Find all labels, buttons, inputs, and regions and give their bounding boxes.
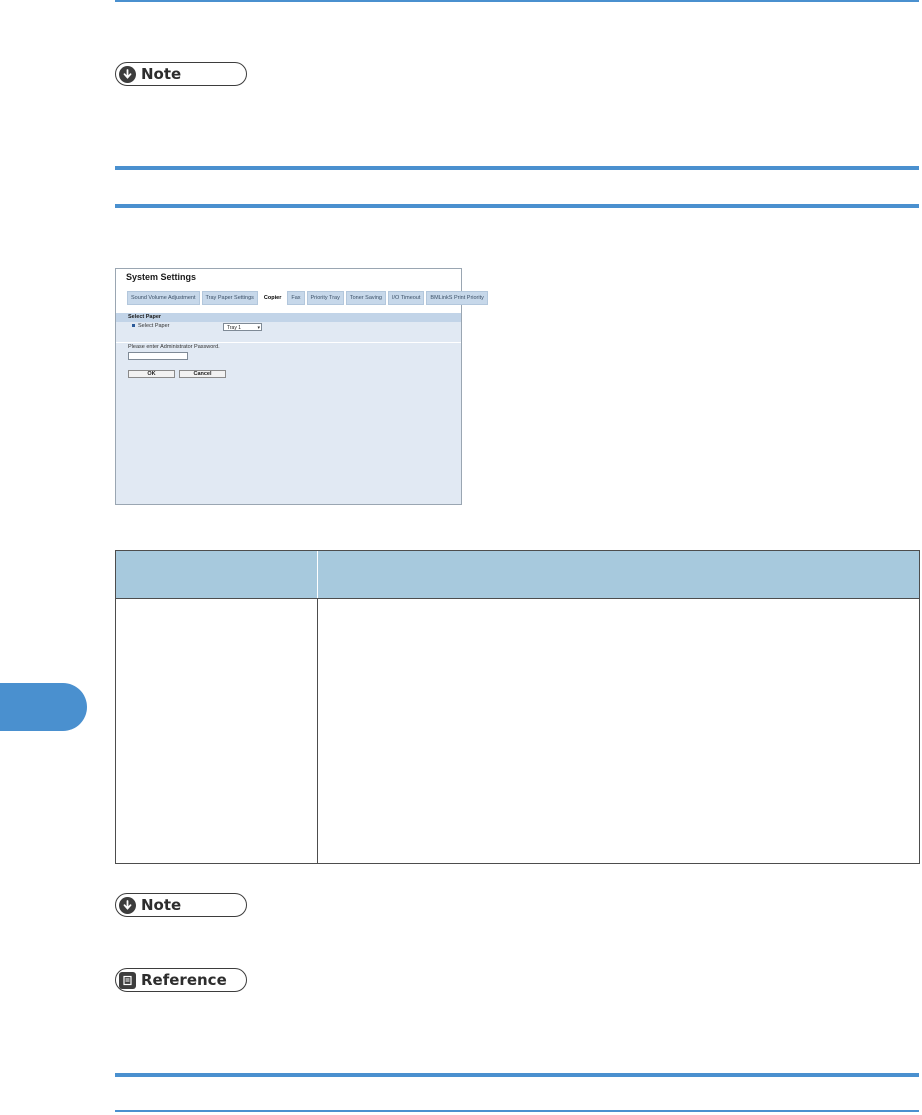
- section-rule: [115, 204, 919, 208]
- screenshot-section-bar: Select Paper: [116, 313, 461, 322]
- section-label: Select Paper: [128, 314, 162, 320]
- screenshot-title: System Settings: [126, 272, 197, 282]
- down-arrow-icon: [119, 65, 136, 83]
- cancel-button: Cancel: [179, 370, 226, 378]
- down-arrow-icon: [119, 896, 136, 914]
- reference-badge: Reference: [115, 968, 247, 992]
- tray-select-value: Tray 1: [227, 325, 241, 331]
- tab-priority-tray: Priority Tray: [306, 291, 344, 305]
- tab-sound-volume: Sound Volume Adjustment: [127, 291, 200, 305]
- section-rule: [115, 166, 919, 170]
- tab-tray-paper: Tray Paper Settings: [201, 291, 258, 305]
- screenshot-divider: [116, 342, 461, 343]
- system-settings-screenshot: System Settings Sound Volume Adjustment …: [115, 268, 488, 505]
- note-label: Note: [141, 896, 182, 914]
- section-rule: [115, 1110, 919, 1112]
- password-prompt: Please enter Administrator Password.: [128, 344, 220, 350]
- select-paper-row: Select Paper: [132, 323, 170, 329]
- note-badge: Note: [115, 62, 247, 86]
- section-rule: [115, 1073, 919, 1077]
- tab-fax: Fax: [287, 291, 305, 305]
- tab-bmlinks-print: BMLinkS Print Priority: [426, 291, 488, 305]
- password-field: [128, 352, 188, 360]
- select-paper-label: Select Paper: [138, 323, 170, 329]
- tab-io-timeout: I/O Timeout: [387, 291, 425, 305]
- ok-button: OK: [128, 370, 175, 378]
- reference-label: Reference: [141, 971, 227, 989]
- note-label: Note: [141, 65, 182, 83]
- table-header: [116, 551, 919, 599]
- note-badge: Note: [115, 893, 247, 917]
- tab-copier: Copier: [259, 291, 286, 305]
- book-icon: [119, 971, 136, 989]
- chapter-tab: [0, 683, 87, 731]
- chevron-down-icon: ▾: [257, 325, 260, 331]
- tab-toner-saving: Toner Saving: [345, 291, 386, 305]
- table-header-divider: [317, 551, 318, 598]
- screenshot-tab-bar: Sound Volume Adjustment Tray Paper Setti…: [127, 291, 488, 305]
- settings-table: [115, 550, 920, 864]
- bullet-icon: [132, 324, 135, 328]
- top-rule: [115, 0, 919, 2]
- tray-select: Tray 1 ▾: [223, 323, 262, 331]
